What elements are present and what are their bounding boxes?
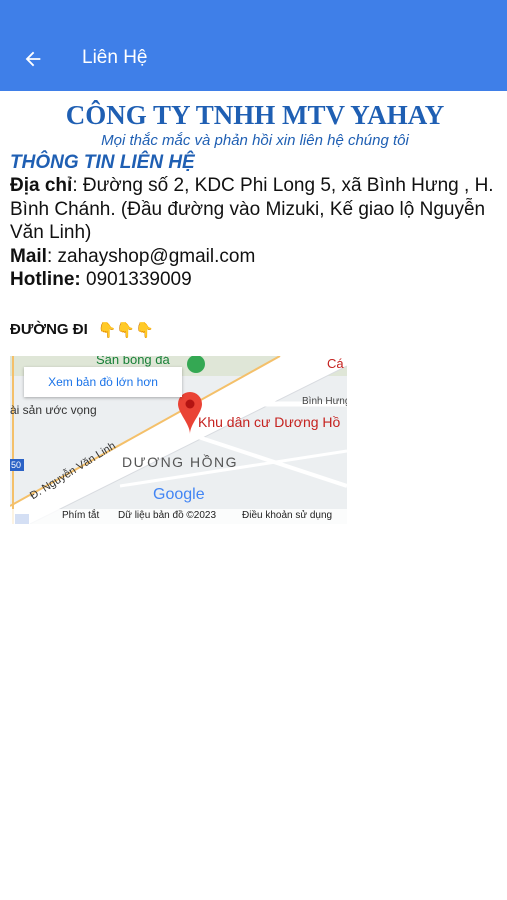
company-name: CÔNG TY TNHH MTV YAHAY xyxy=(65,100,445,130)
map-street-label: Bình Hưng xyxy=(302,396,347,407)
address-line: Địa chỉ: Đường số 2, KDC Phi Long 5, xã … xyxy=(10,174,500,245)
map-embed[interactable]: Sân bóng đá Cá ài sản ước vọng Bình Hưng… xyxy=(10,356,347,524)
map-footer: Phím tắt Dữ liệu bản đồ ©2023 Điều khoản… xyxy=(10,509,347,524)
map-poi-right: Cá xyxy=(327,356,344,371)
app-bar: Liên Hệ xyxy=(0,0,507,91)
map-terms-link[interactable]: Điều khoản sử dụng xyxy=(242,510,332,521)
map-shortcuts-link[interactable]: Phím tắt xyxy=(62,510,99,521)
map-place-name[interactable]: Khu dân cư Dương Hồ xyxy=(198,414,340,430)
map-area-label: DƯƠNG HỒNG xyxy=(122,454,238,470)
map-poi-left: ài sản ước vọng xyxy=(10,403,97,417)
hotline-value[interactable]: 0901339009 xyxy=(81,269,192,290)
directions-label: ĐƯỜNG ĐI xyxy=(10,321,88,338)
mail-value[interactable]: : zahayshop@gmail.com xyxy=(47,246,255,267)
hotline-label: Hotline: xyxy=(10,269,81,290)
page-title: Liên Hệ xyxy=(82,47,148,68)
mail-line: Mail: zahayshop@gmail.com xyxy=(10,245,500,269)
pointing-down-icon: 👇👇👇 xyxy=(97,321,154,339)
map-poi-top: Sân bóng đá xyxy=(96,356,170,367)
back-button[interactable] xyxy=(18,44,48,74)
company-tagline: Mọi thắc mắc và phản hồi xin liên hệ chú… xyxy=(101,132,409,149)
mail-label: Mail xyxy=(10,245,47,267)
directions-heading: ĐƯỜNG ĐI 👇👇👇 xyxy=(10,321,500,339)
map-route-badge: 50 xyxy=(11,460,22,470)
open-larger-map-link[interactable]: Xem bản đồ lớn hơn xyxy=(24,367,182,397)
arrow-left-icon xyxy=(25,51,41,67)
google-logo: Google xyxy=(153,486,205,503)
address-value: : Đường số 2, KDC Phi Long 5, xã Bình Hư… xyxy=(10,175,494,243)
map-data-credit: Dữ liệu bản đồ ©2023 xyxy=(118,510,217,521)
hotline-line: Hotline: 0901339009 xyxy=(10,268,500,292)
contact-content: CÔNG TY TNHH MTV YAHAY Mọi thắc mắc và p… xyxy=(10,100,500,339)
contact-section-title: THÔNG TIN LIÊN HỆ xyxy=(10,152,195,173)
address-label: Địa chỉ xyxy=(10,175,73,196)
